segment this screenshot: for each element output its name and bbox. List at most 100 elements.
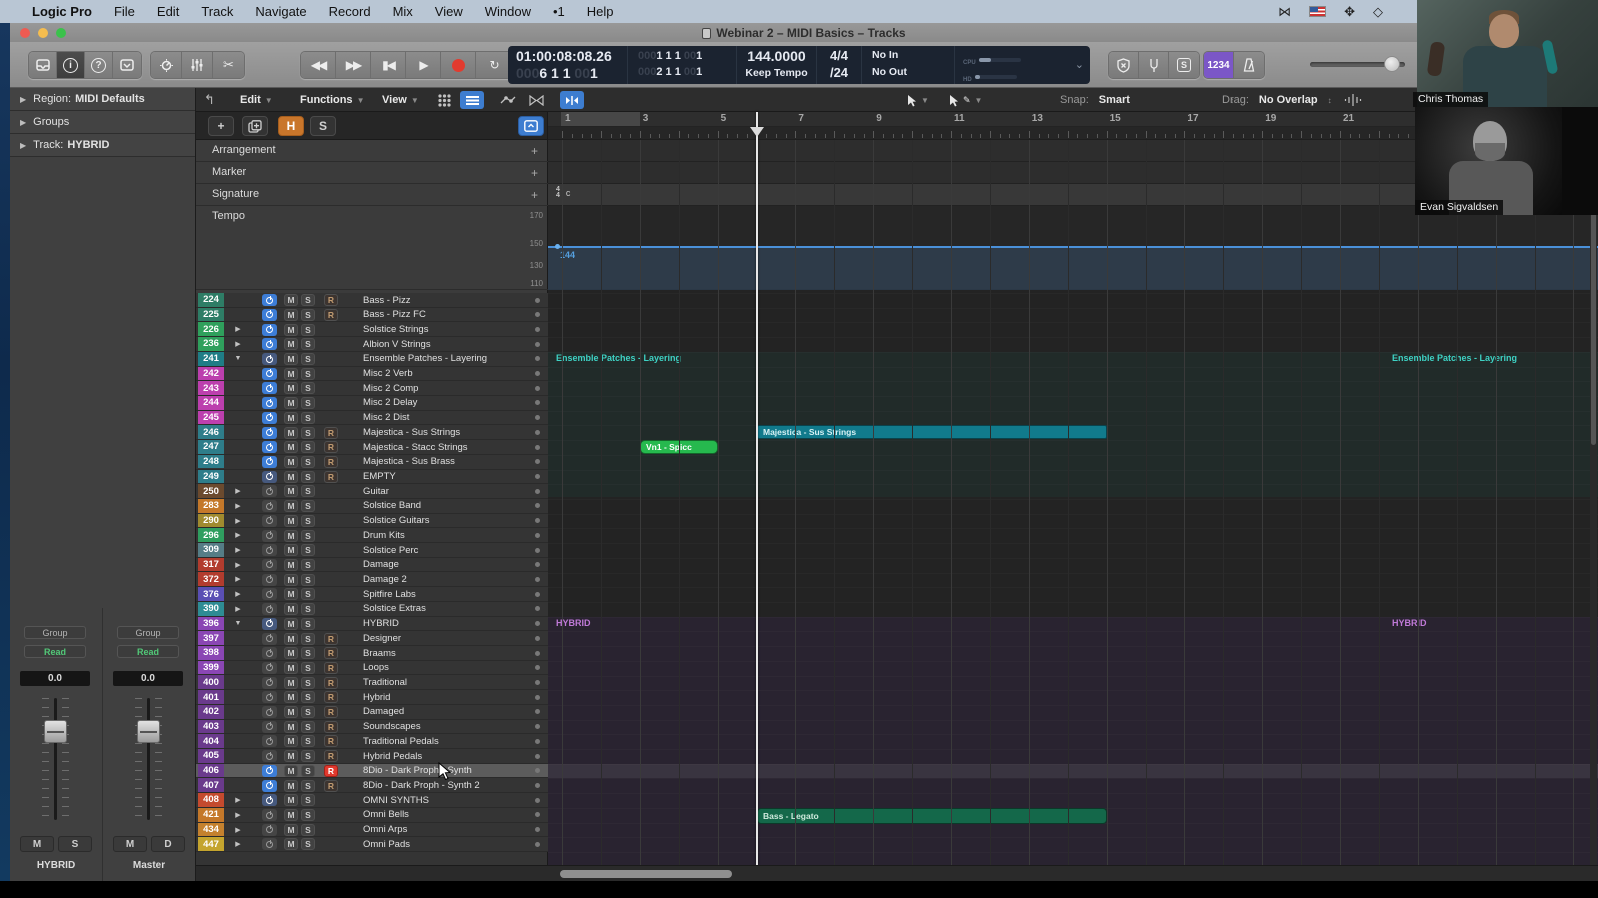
- track-on-off-button[interactable]: [262, 691, 277, 703]
- lcd-tempo[interactable]: 144.0000: [737, 48, 816, 66]
- solo-button[interactable]: S: [301, 471, 315, 483]
- mute-button[interactable]: M: [284, 427, 298, 439]
- solo-button[interactable]: S: [301, 485, 315, 497]
- lcd-division[interactable]: /24: [817, 65, 861, 83]
- disclosure-right-icon[interactable]: ▶: [232, 544, 244, 556]
- automation-icon[interactable]: [496, 91, 520, 109]
- track-on-off-button[interactable]: [262, 824, 277, 836]
- track-row-241[interactable]: 241▼MSEnsemble Patches - Layering: [196, 352, 548, 367]
- solo-button[interactable]: S: [301, 382, 315, 394]
- flex-icon[interactable]: [524, 91, 548, 109]
- mute-button[interactable]: M: [284, 559, 298, 571]
- track-on-off-button[interactable]: [262, 397, 277, 409]
- track-row-296[interactable]: 296▶MSDrum Kits: [196, 528, 548, 543]
- mute-button[interactable]: M: [284, 353, 298, 365]
- record-enable-button[interactable]: R: [324, 721, 338, 733]
- automation-mode-button[interactable]: Read: [117, 645, 179, 658]
- lcd-locator-2[interactable]: 0002 1 1 001: [638, 66, 746, 84]
- track-row-248[interactable]: 248MSRMajestica - Sus Brass: [196, 455, 548, 470]
- mute-button[interactable]: M: [284, 368, 298, 380]
- track-on-off-button[interactable]: [262, 441, 277, 453]
- window-title-bar[interactable]: Webinar 2 – MIDI Basics – Tracks: [10, 23, 1598, 42]
- track-row-247[interactable]: 247MSRMajestica - Stacc Strings: [196, 440, 548, 455]
- solo-button[interactable]: S: [301, 456, 315, 468]
- solo-button[interactable]: S: [301, 427, 315, 439]
- solo-button[interactable]: S: [301, 721, 315, 733]
- forward-button[interactable]: ▶▶: [336, 52, 371, 78]
- track-on-off-button[interactable]: [262, 706, 277, 718]
- track-row-224[interactable]: 224MSRBass - Pizz: [196, 293, 548, 308]
- move-icon[interactable]: ✥: [1344, 4, 1355, 20]
- global-track-tempo[interactable]: Tempo: [196, 206, 548, 290]
- library-button[interactable]: [29, 52, 57, 78]
- disclosure-right-icon[interactable]: ▶: [232, 809, 244, 821]
- midi-region[interactable]: Majestica - Sus Strings: [757, 425, 1107, 439]
- mute-button[interactable]: M: [284, 382, 298, 394]
- track-row-309[interactable]: 309▶MSSolstice Perc: [196, 543, 548, 558]
- mute-button[interactable]: M: [284, 647, 298, 659]
- disclosure-triangle-icon[interactable]: ▶: [20, 141, 26, 150]
- track-on-off-button[interactable]: [262, 735, 277, 747]
- track-row-249[interactable]: 249MSREMPTY: [196, 470, 548, 485]
- track-row-244[interactable]: 244MSMisc 2 Delay: [196, 396, 548, 411]
- record-enable-button[interactable]: R: [324, 633, 338, 645]
- track-on-off-button[interactable]: [262, 485, 277, 497]
- mute-button[interactable]: M: [284, 721, 298, 733]
- playhead[interactable]: [756, 112, 758, 865]
- mute-button[interactable]: M: [284, 691, 298, 703]
- disclosure-right-icon[interactable]: ▶: [232, 529, 244, 541]
- track-row-403[interactable]: 403MSRSoundscapes: [196, 720, 548, 735]
- track-row-399[interactable]: 399MSRLoops: [196, 661, 548, 676]
- disclosure-right-icon[interactable]: ▶: [232, 603, 244, 615]
- vertical-scrollbar[interactable]: [1590, 140, 1597, 865]
- disclosure-right-icon[interactable]: ▶: [232, 559, 244, 571]
- disclosure-down-icon[interactable]: ▼: [232, 618, 244, 630]
- tempo-point[interactable]: [555, 244, 560, 249]
- metronome-button[interactable]: [1234, 52, 1264, 78]
- rewind-button[interactable]: ◀◀: [301, 52, 336, 78]
- track-row-407[interactable]: 407MSR8Dio - Dark Proph - Synth 2: [196, 778, 548, 793]
- solo-button[interactable]: S: [301, 544, 315, 556]
- snap-popup[interactable]: Snap:Smart↕: [1060, 88, 1234, 112]
- editors-button[interactable]: ✂: [213, 52, 244, 78]
- solo-button[interactable]: S: [301, 633, 315, 645]
- mute-button[interactable]: M: [284, 574, 298, 586]
- mute-button[interactable]: M: [284, 471, 298, 483]
- quick-help-button[interactable]: ?: [85, 52, 113, 78]
- track-on-off-button[interactable]: [262, 647, 277, 659]
- record-button[interactable]: [441, 52, 476, 78]
- fader-cap[interactable]: [137, 720, 160, 743]
- solo-button[interactable]: S: [301, 559, 315, 571]
- master-volume-slider[interactable]: [1310, 62, 1405, 67]
- record-enable-button[interactable]: R: [324, 765, 338, 777]
- solo-button[interactable]: S: [301, 691, 315, 703]
- track-row-402[interactable]: 402MSRDamaged: [196, 705, 548, 720]
- back-button[interactable]: ↰: [204, 88, 215, 112]
- inspector-track-header[interactable]: ▶Track:HYBRID: [10, 134, 195, 157]
- smart-controls-button[interactable]: [151, 52, 182, 78]
- disclosure-down-icon[interactable]: ▼: [232, 353, 244, 365]
- track-on-off-button[interactable]: [262, 324, 277, 336]
- lcd-options-chevron-icon[interactable]: ⌄: [1075, 58, 1084, 71]
- mute-button[interactable]: M: [284, 603, 298, 615]
- track-row-408[interactable]: 408▶MSOMNI SYNTHS: [196, 793, 548, 808]
- track-row-372[interactable]: 372▶MSDamage 2: [196, 572, 548, 587]
- mute-button[interactable]: M: [284, 456, 298, 468]
- solo-button[interactable]: S: [301, 338, 315, 350]
- hide-tracks-button[interactable]: H: [278, 116, 304, 136]
- solo-button[interactable]: S: [301, 824, 315, 836]
- menu-item--1[interactable]: •1: [553, 4, 565, 19]
- track-row-236[interactable]: 236▶MSAlbion V Strings: [196, 337, 548, 352]
- inspector-button[interactable]: i: [57, 52, 85, 78]
- track-on-off-button[interactable]: [262, 530, 277, 542]
- track-on-off-button[interactable]: [262, 456, 277, 468]
- record-enable-button[interactable]: R: [324, 471, 338, 483]
- mute-button[interactable]: M: [20, 836, 54, 852]
- dim-button[interactable]: D: [151, 836, 185, 852]
- track-on-off-button[interactable]: [262, 618, 277, 630]
- solo-button[interactable]: S: [301, 794, 315, 806]
- menu-item-track[interactable]: Track: [201, 4, 233, 19]
- track-row-406[interactable]: 406MSR8Dio - Dark Proph - Synth: [196, 764, 548, 779]
- record-enable-button[interactable]: R: [324, 691, 338, 703]
- edit-menu[interactable]: Edit▼: [240, 88, 273, 112]
